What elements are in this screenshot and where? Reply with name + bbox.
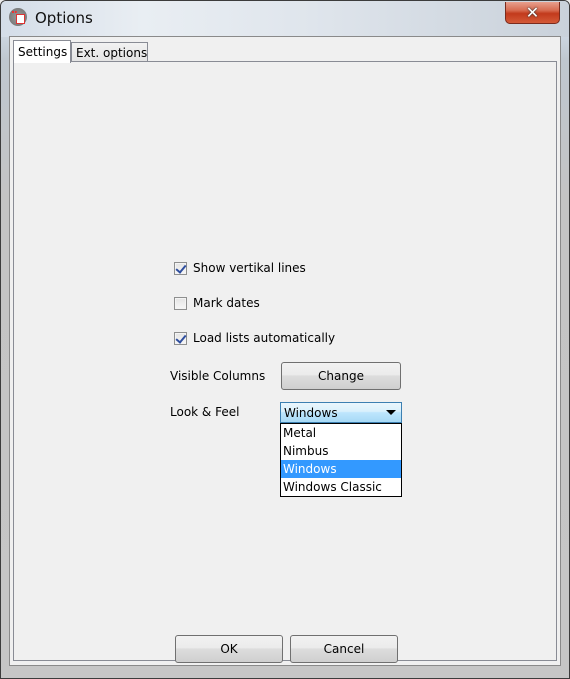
tab-ext-options[interactable]: Ext. options <box>71 42 148 62</box>
look-and-feel-dropdown-list: Metal Nimbus Windows Windows Classic <box>280 423 402 497</box>
option-metal[interactable]: Metal <box>281 424 401 442</box>
show-vertical-lines-row[interactable]: Show vertikal lines <box>174 261 306 275</box>
show-vertical-lines-label: Show vertikal lines <box>193 261 306 275</box>
settings-panel: Show vertikal lines Mark dates Load list… <box>13 61 557 663</box>
mark-dates-label: Mark dates <box>193 296 260 310</box>
look-and-feel-label: Look & Feel <box>170 405 240 419</box>
title-bar[interactable]: Options ✕ <box>1 1 569 37</box>
tab-settings[interactable]: Settings <box>13 40 71 63</box>
dialog-content: Settings Ext. options Show vertikal line… <box>9 36 561 666</box>
app-icon <box>9 8 27 26</box>
chevron-down-icon[interactable] <box>386 410 396 415</box>
visible-columns-label: Visible Columns <box>170 369 266 383</box>
option-nimbus[interactable]: Nimbus <box>281 442 401 460</box>
option-windows-classic[interactable]: Windows Classic <box>281 478 401 496</box>
ok-button[interactable]: OK <box>175 635 283 663</box>
show-vertical-lines-checkbox[interactable] <box>174 261 187 275</box>
option-windows[interactable]: Windows <box>281 460 401 478</box>
close-button[interactable]: ✕ <box>505 2 560 24</box>
close-icon: ✕ <box>525 2 540 22</box>
look-and-feel-combobox[interactable]: Windows <box>280 402 402 423</box>
load-lists-row[interactable]: Load lists automatically <box>174 331 335 345</box>
mark-dates-row[interactable]: Mark dates <box>174 296 260 310</box>
change-columns-button[interactable]: Change <box>281 362 401 390</box>
window-title: Options <box>35 9 93 27</box>
look-and-feel-selected: Windows <box>284 405 338 420</box>
load-lists-label: Load lists automatically <box>193 331 336 345</box>
cancel-button[interactable]: Cancel <box>290 635 398 663</box>
load-lists-checkbox[interactable] <box>174 331 187 345</box>
mark-dates-checkbox[interactable] <box>174 296 187 310</box>
options-window: Options ✕ Settings Ext. options Show ver… <box>0 0 570 679</box>
